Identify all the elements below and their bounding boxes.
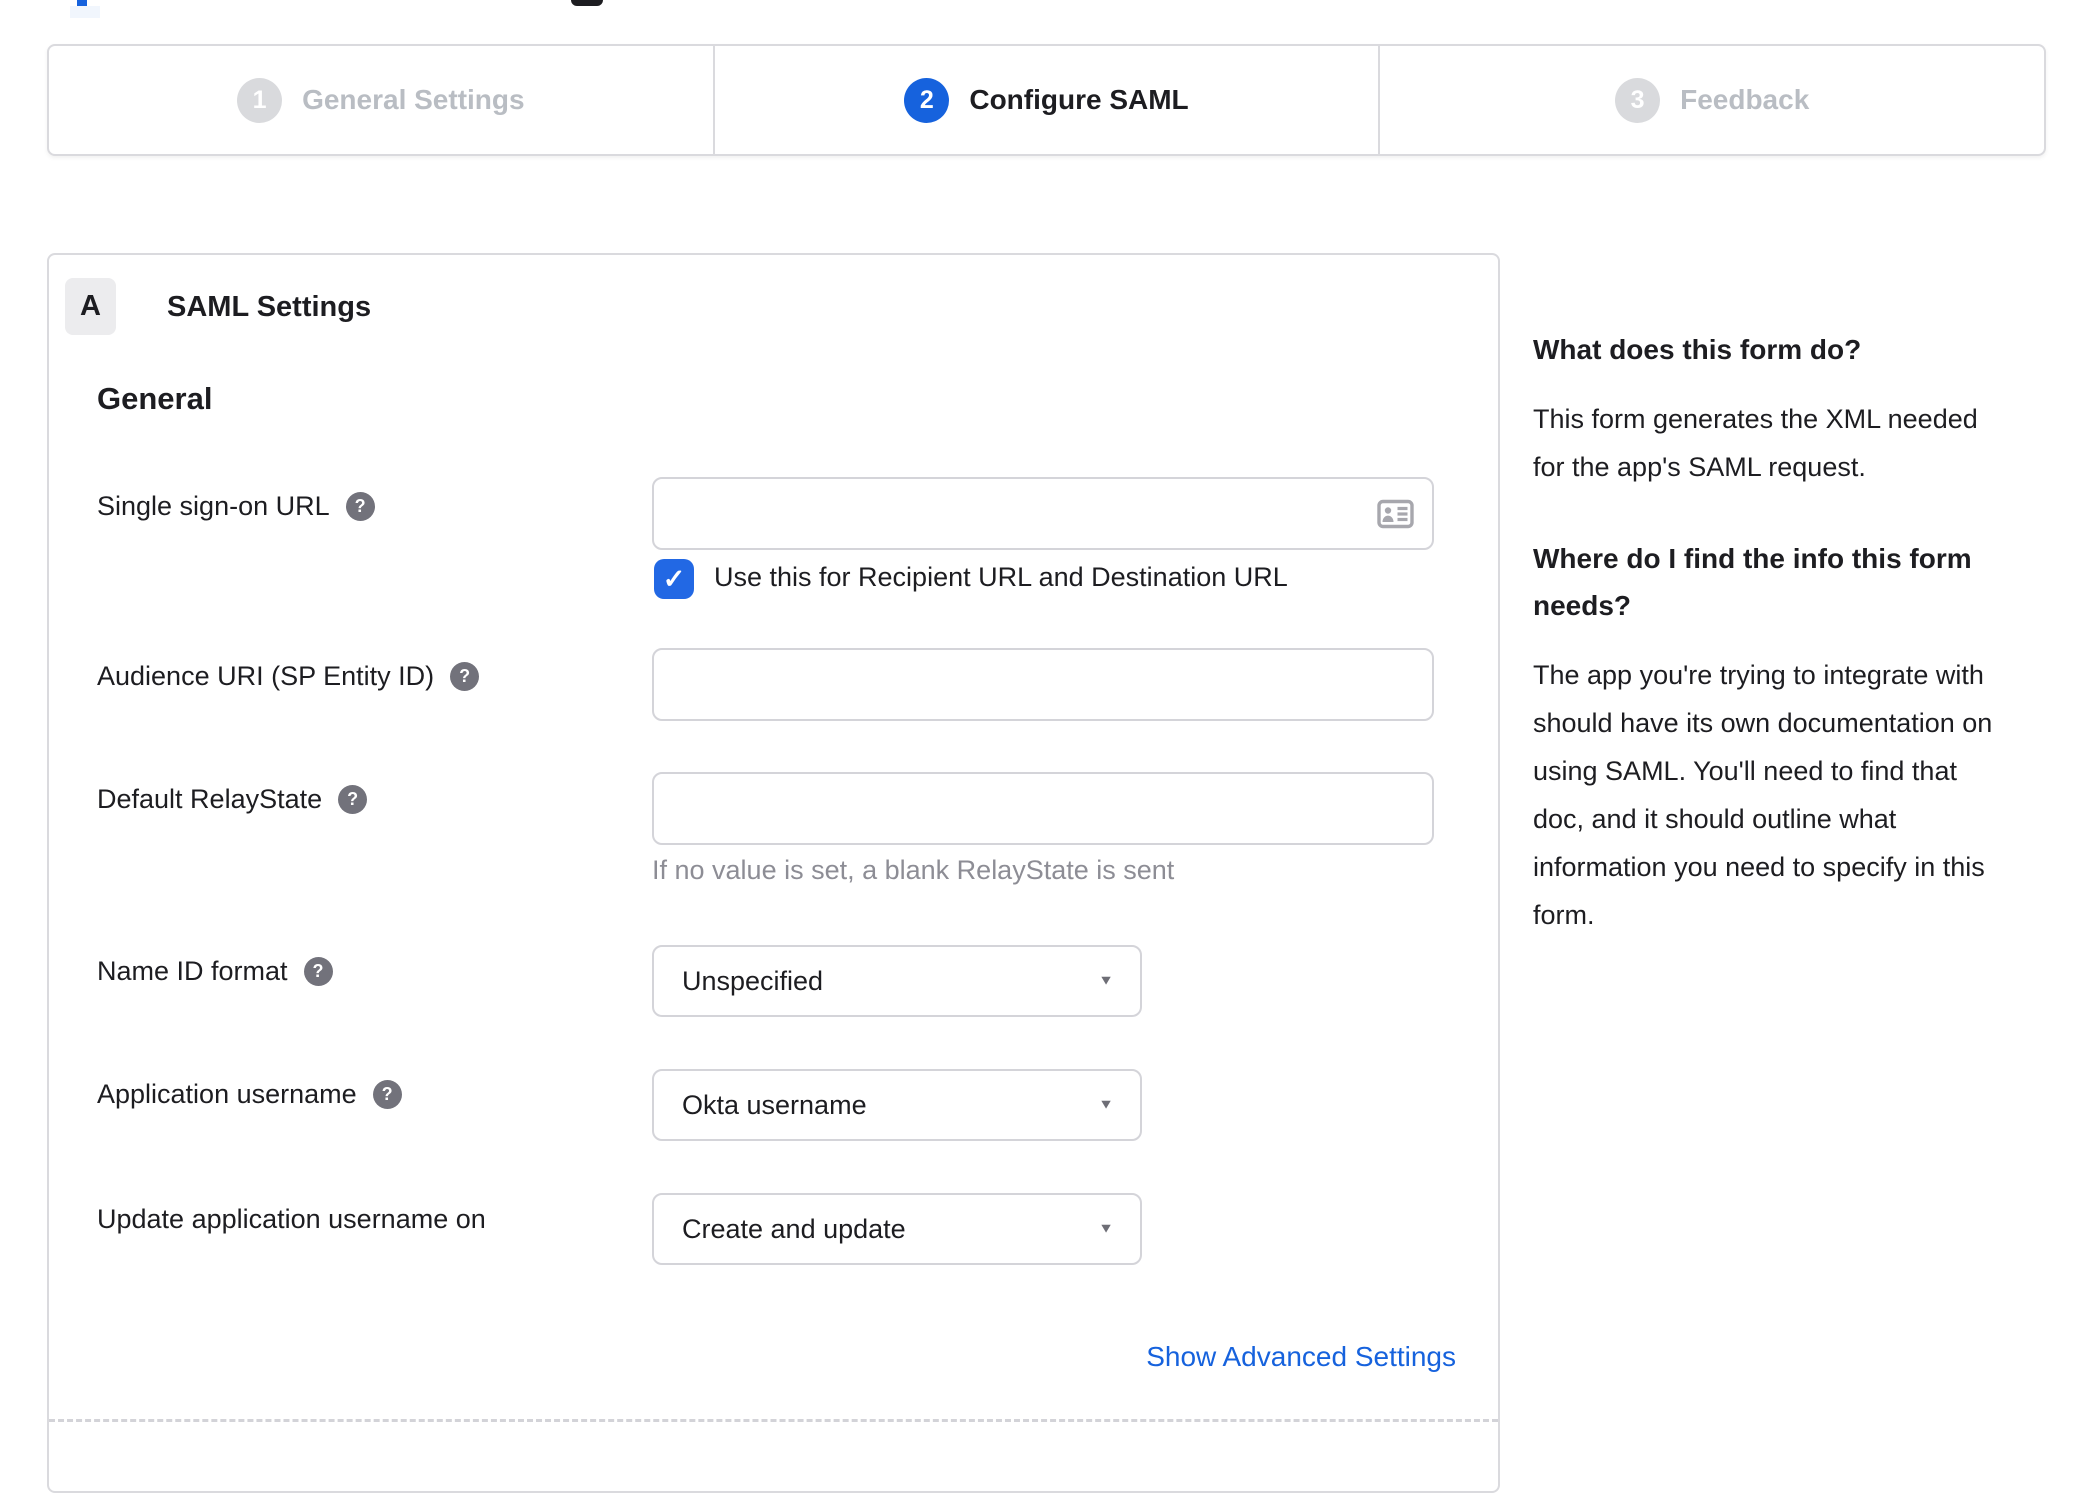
relay-state-hint: If no value is set, a blank RelayState i… [652, 855, 1175, 885]
application-username-select[interactable]: Okta username ▼ [652, 1069, 1142, 1141]
update-username-select[interactable]: Create and update ▼ [652, 1193, 1142, 1265]
recipient-url-checkbox-label[interactable]: Use this for Recipient URL and Destinati… [714, 562, 1288, 593]
audience-uri-help-icon[interactable]: ? [450, 662, 480, 691]
help-q1-title: What does this form do? [1533, 334, 1862, 365]
help-q2-title: Where do I find the info this form needs… [1533, 543, 1972, 621]
relay-state-help-icon[interactable]: ? [338, 785, 368, 814]
sso-url-help-icon[interactable]: ? [345, 492, 375, 521]
chevron-down-icon: ▼ [1098, 973, 1114, 988]
cropped-ghost-fragment [70, 6, 100, 18]
show-advanced-settings-link[interactable]: Show Advanced Settings [1146, 1341, 1456, 1373]
section-a-badge: A [65, 278, 116, 335]
help-sidebar: What does this form do? This form genera… [1533, 326, 2043, 983]
application-username-label-row: Application username ? [97, 1079, 402, 1110]
audience-uri-input-wrap [652, 648, 1434, 721]
name-id-format-help-icon[interactable]: ? [303, 957, 333, 986]
relay-state-input[interactable] [652, 772, 1434, 845]
chevron-down-icon: ▼ [1098, 1097, 1114, 1112]
contact-card-icon [1377, 499, 1414, 528]
name-id-format-value: Unspecified [682, 965, 824, 996]
panel-title: SAML Settings [167, 291, 372, 323]
sso-url-input-wrap [652, 477, 1434, 550]
update-username-value: Create and update [682, 1213, 906, 1244]
step-feedback[interactable]: 3 Feedback [1378, 46, 2044, 154]
step-1-number: 1 [237, 77, 283, 123]
checkmark-icon: ✓ [662, 563, 686, 594]
relay-state-label-row: Default RelayState ? [97, 784, 368, 815]
audience-uri-label-row: Audience URI (SP Entity ID) ? [97, 661, 480, 692]
audience-uri-input[interactable] [652, 648, 1434, 721]
wizard-stepbar: 1 General Settings 2 Configure SAML 3 Fe… [47, 44, 2046, 156]
step-3-number: 3 [1615, 77, 1661, 123]
step-configure-saml[interactable]: 2 Configure SAML [712, 46, 1379, 154]
sso-url-label: Single sign-on URL [97, 491, 330, 521]
application-username-help-icon[interactable]: ? [372, 1080, 402, 1109]
help-q2-body: The app you're trying to integrate with … [1533, 660, 1993, 930]
step-1-label: General Settings [302, 84, 525, 115]
step-3-label: Feedback [1680, 84, 1810, 115]
application-username-value: Okta username [682, 1089, 867, 1120]
step-2-label: Configure SAML [969, 84, 1189, 115]
application-username-label: Application username [97, 1079, 357, 1109]
relay-state-label: Default RelayState [97, 784, 323, 814]
recipient-url-checkbox[interactable]: ✓ [654, 559, 694, 599]
audience-uri-label: Audience URI (SP Entity ID) [97, 661, 435, 691]
cropped-dark-icon-fragment [571, 0, 603, 6]
section-divider [49, 1419, 1498, 1422]
chevron-down-icon: ▼ [1098, 1221, 1114, 1236]
name-id-format-label: Name ID format [97, 956, 288, 986]
sso-url-input[interactable] [652, 477, 1434, 550]
sso-url-label-row: Single sign-on URL ? [97, 491, 375, 522]
step-2-number: 2 [904, 77, 950, 123]
update-username-label: Update application username on [97, 1204, 486, 1234]
relay-state-input-wrap [652, 772, 1434, 845]
name-id-format-label-row: Name ID format ? [97, 956, 333, 987]
name-id-format-select[interactable]: Unspecified ▼ [652, 945, 1142, 1017]
step-general-settings[interactable]: 1 General Settings [49, 46, 713, 154]
general-section-heading: General [97, 381, 213, 416]
update-username-label-row: Update application username on [97, 1204, 486, 1235]
saml-settings-panel: A SAML Settings General Single sign-on U… [47, 253, 1500, 1493]
help-q1-body: This form generates the XML needed for t… [1533, 404, 1978, 482]
